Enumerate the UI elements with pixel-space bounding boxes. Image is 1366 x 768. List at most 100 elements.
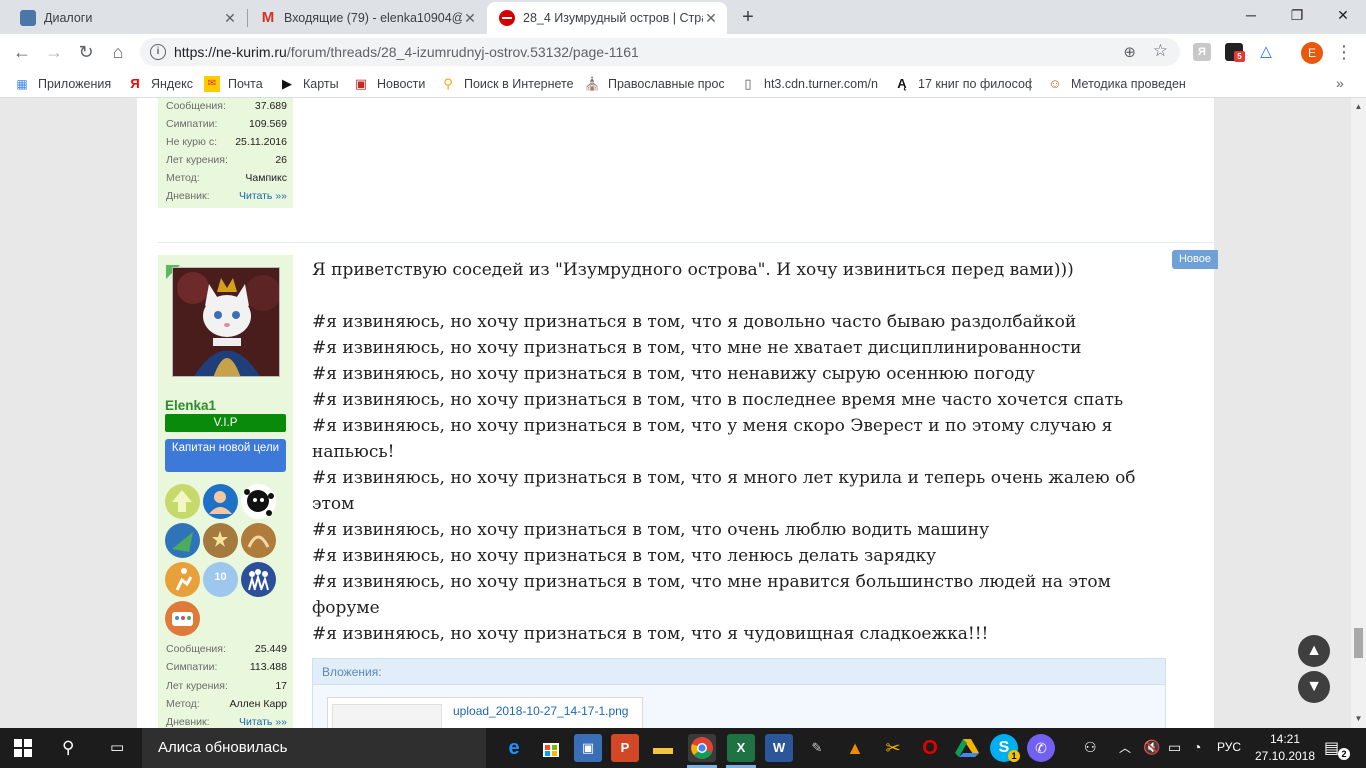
bookmark-orthodox[interactable]: ⛪ Православные прос bbox=[584, 75, 724, 93]
minimize-button[interactable]: ─ bbox=[1228, 0, 1274, 30]
bookmark-search[interactable]: ⚲ Поиск в Интернете bbox=[440, 75, 573, 93]
paint-icon[interactable]: ✎ bbox=[803, 734, 831, 762]
attachment-thumbnail[interactable] bbox=[332, 704, 442, 728]
file-explorer-icon[interactable]: ▬ bbox=[649, 734, 677, 762]
url-text[interactable]: https://ne-kurim.ru/forum/threads/28_4-i… bbox=[174, 44, 639, 60]
skype-icon[interactable]: S 1 bbox=[990, 734, 1020, 762]
opera-icon[interactable]: O bbox=[916, 734, 944, 762]
search-icon[interactable]: ⚲ bbox=[62, 738, 74, 758]
tab-forum[interactable]: 28_4 Изумрудный остров | Стра ✕ bbox=[487, 2, 727, 34]
network-icon[interactable]: ◔ bbox=[1193, 739, 1201, 755]
close-icon[interactable]: ✕ bbox=[462, 10, 478, 26]
username[interactable]: Elenka1 bbox=[165, 398, 216, 413]
award-10-icon[interactable]: 10 bbox=[203, 562, 238, 597]
attachments-header: Вложения: bbox=[313, 659, 1165, 685]
save-disk-icon[interactable]: ▣ bbox=[574, 734, 602, 762]
extension-icon[interactable]: Я bbox=[1193, 43, 1211, 61]
maximize-button[interactable]: ❐ bbox=[1274, 0, 1320, 30]
bookmark-turner[interactable]: ▯ ht3.cdn.turner.com/n bbox=[740, 75, 878, 93]
viber-icon[interactable]: ✆ bbox=[1027, 734, 1055, 762]
bookmarks-bar: ▦ Приложения Я Яндекс ✉ Почта ▶ Карты ▣ … bbox=[0, 70, 1366, 98]
scrollbar[interactable]: ▲ ▼ bbox=[1351, 98, 1366, 728]
scroll-up-button[interactable]: ▲ bbox=[1298, 635, 1330, 667]
volume-muted-icon[interactable]: 🔇 bbox=[1143, 739, 1160, 756]
bookmark-maps[interactable]: ▶ Карты bbox=[279, 75, 339, 93]
diary-link[interactable]: Читать »» bbox=[239, 716, 287, 728]
post-line: этом bbox=[312, 494, 355, 514]
tools-icon[interactable]: ✂ bbox=[879, 734, 907, 762]
bookmarks-more-icon[interactable]: » bbox=[1336, 75, 1344, 91]
scroll-down-arrow[interactable]: ▼ bbox=[1354, 714, 1363, 723]
bookmark-method[interactable]: ☺ Методика проведен bbox=[1047, 75, 1187, 93]
post-line: #я извиняюсь, но хочу признаться в том, … bbox=[312, 520, 990, 540]
page-icon: ▯ bbox=[744, 76, 752, 91]
yandex-icon: Я bbox=[130, 76, 140, 91]
store-icon[interactable] bbox=[537, 734, 565, 762]
apps-grid-icon: ▦ bbox=[16, 77, 28, 91]
tab-title: 28_4 Изумрудный остров | Стра bbox=[523, 11, 703, 25]
new-tab-button[interactable]: + bbox=[737, 6, 759, 28]
excel-icon[interactable]: X bbox=[727, 734, 755, 762]
reload-button[interactable]: ↻ bbox=[72, 38, 100, 66]
action-center-icon[interactable]: ▤ bbox=[1324, 738, 1339, 758]
award-icon[interactable] bbox=[165, 601, 200, 636]
menu-icon[interactable]: ⋮ bbox=[1334, 40, 1354, 64]
edge-icon[interactable]: e bbox=[500, 734, 528, 762]
task-view-icon[interactable]: ▭ bbox=[110, 738, 124, 756]
scroll-down-button[interactable]: ▼ bbox=[1298, 671, 1330, 703]
award-icon[interactable] bbox=[241, 523, 276, 558]
vlc-icon[interactable]: ▲ bbox=[841, 734, 869, 762]
avatar[interactable] bbox=[172, 267, 280, 377]
post1-stat: Лет курения: 26 bbox=[166, 154, 287, 166]
award-icon[interactable] bbox=[165, 523, 200, 558]
language-indicator[interactable]: РУС bbox=[1217, 740, 1241, 754]
window-close-button[interactable]: ✕ bbox=[1320, 0, 1366, 30]
home-button[interactable]: ⌂ bbox=[104, 38, 132, 66]
alice-extension-icon[interactable]: △ bbox=[1257, 43, 1275, 61]
post2-stat: Метод: Аллен Карр bbox=[166, 698, 287, 710]
bookmark-books[interactable]: Ą 17 книг по философ bbox=[894, 75, 1032, 93]
google-drive-icon[interactable] bbox=[953, 734, 981, 762]
bookmark-mail[interactable]: ✉ Почта bbox=[204, 75, 263, 93]
attachment-item[interactable]: upload_2018-10-27_14-17-1.png bbox=[327, 697, 643, 728]
windows-start-icon[interactable] bbox=[14, 739, 32, 757]
post2-diary: Дневник: Читать »» bbox=[166, 716, 287, 728]
attachment-link[interactable]: upload_2018-10-27_14-17-1.png bbox=[453, 704, 628, 718]
info-icon[interactable]: i bbox=[150, 44, 166, 60]
bookmark-star-icon[interactable]: ☆ bbox=[1153, 41, 1168, 61]
close-icon[interactable]: ✕ bbox=[703, 10, 719, 26]
bookmark-news[interactable]: ▣ Новости bbox=[353, 75, 426, 93]
award-icon[interactable] bbox=[203, 484, 238, 519]
taskbar-search-box[interactable]: Алиса обновилась bbox=[142, 728, 486, 768]
award-icon[interactable] bbox=[203, 523, 238, 558]
back-button[interactable]: ← bbox=[8, 38, 36, 66]
award-icon[interactable] bbox=[241, 484, 276, 519]
award-icon[interactable] bbox=[241, 562, 276, 597]
award-icon[interactable] bbox=[165, 484, 200, 519]
taskbar: ⚲ ▭ Алиса обновилась e ▣ P ▬ X W ✎ ▲ ✂ O… bbox=[0, 728, 1366, 768]
chrome-icon[interactable] bbox=[688, 734, 716, 762]
tab-gmail[interactable]: M Входящие (79) - elenka10904@g ✕ bbox=[248, 2, 486, 34]
diary-link[interactable]: Читать »» bbox=[239, 190, 287, 202]
scrollbar-thumb[interactable] bbox=[1354, 628, 1363, 658]
battery-icon[interactable]: ▭ bbox=[1168, 739, 1181, 756]
tray-chevron-icon[interactable]: ︿ bbox=[1119, 739, 1131, 756]
clock[interactable]: 14:21 27.10.2018 bbox=[1254, 731, 1316, 765]
bookmark-apps[interactable]: ▦ Приложения bbox=[14, 75, 111, 93]
award-icon[interactable] bbox=[165, 562, 200, 597]
bookmark-yandex[interactable]: Я Яндекс bbox=[127, 75, 193, 93]
tab-dialogs[interactable]: Диалоги ✕ bbox=[8, 2, 246, 34]
close-icon[interactable]: ✕ bbox=[222, 10, 238, 26]
title-badge: Капитан новой цели bbox=[165, 439, 286, 472]
address-bar[interactable]: i https://ne-kurim.ru/forum/threads/28_4… bbox=[140, 38, 1180, 66]
profile-avatar[interactable]: E bbox=[1301, 42, 1323, 64]
book-icon: Ą bbox=[897, 76, 907, 91]
people-icon[interactable]: ⚇ bbox=[1084, 739, 1097, 756]
scroll-up-arrow[interactable]: ▲ bbox=[1354, 102, 1363, 111]
zoom-icon[interactable]: ⊕ bbox=[1123, 43, 1136, 61]
extension-badge-icon[interactable]: 5 bbox=[1225, 43, 1245, 62]
toolbar: ← → ↻ ⌂ i https://ne-kurim.ru/forum/thre… bbox=[0, 34, 1366, 70]
word-icon[interactable]: W bbox=[765, 734, 793, 762]
forward-button[interactable]: → bbox=[40, 38, 68, 66]
presentation-icon[interactable]: P bbox=[611, 734, 639, 762]
